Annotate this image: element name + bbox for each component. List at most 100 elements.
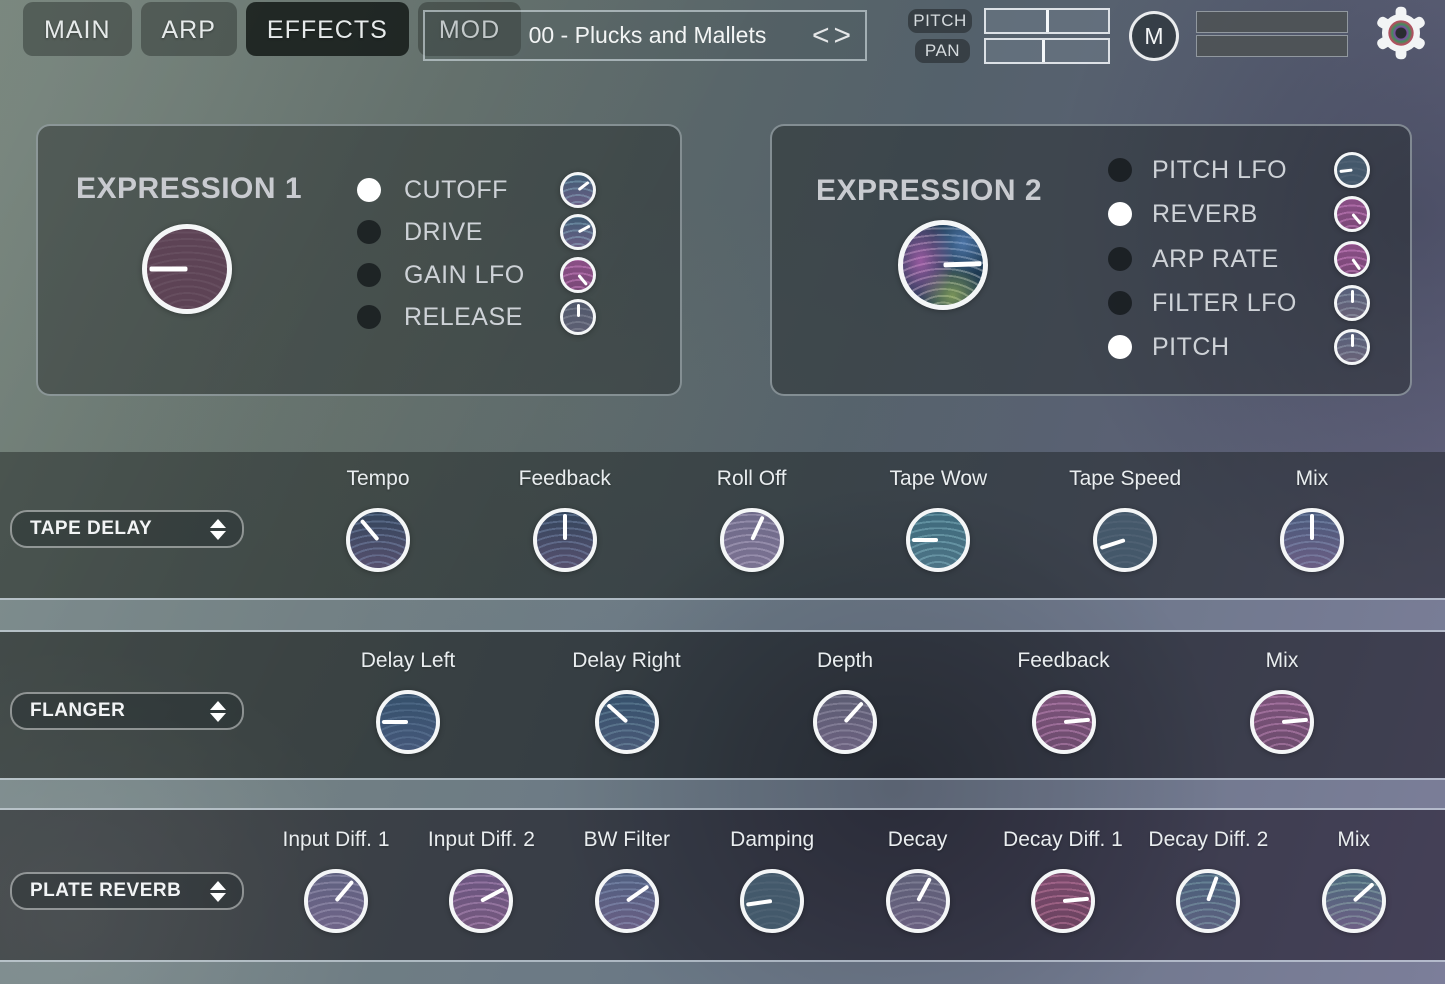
drive-mini-knob[interactable] <box>560 214 596 250</box>
pan-slider-handle[interactable] <box>1042 40 1045 62</box>
plate-reverb-bw-filter-knob[interactable] <box>595 869 659 933</box>
tab-main[interactable]: MAIN <box>23 2 132 56</box>
knob-label: Tempo <box>346 467 409 491</box>
preset-prev-icon[interactable]: < <box>812 14 830 58</box>
knob-label: Mix <box>1296 467 1329 491</box>
plate-reverb-damping-knob[interactable] <box>740 869 804 933</box>
plate-reverb-damping-cell: Damping <box>740 869 804 933</box>
plate-reverb-input-diff-2-knob[interactable] <box>449 869 513 933</box>
target-label-reverb: REVERB <box>1152 200 1258 229</box>
preset-selector[interactable]: 00 - Plucks and Mallets < > <box>423 10 867 61</box>
knob-label: Mix <box>1337 828 1370 852</box>
release-mini-knob[interactable] <box>560 299 596 335</box>
drive-mini-knob-pointer <box>577 225 590 234</box>
flanger-mix-knob[interactable] <box>1250 690 1314 754</box>
radio-gain-lfo[interactable] <box>357 263 381 287</box>
knob-label: Tape Wow <box>890 467 988 491</box>
plate-reverb-knob-strip: Input Diff. 1Input Diff. 2BW FilterDampi… <box>0 869 1386 933</box>
plate-reverb-decay-diff-1-knob-pointer <box>1063 897 1089 903</box>
plate-reverb-decay-knob[interactable] <box>886 869 950 933</box>
flanger-feedback-knob[interactable] <box>1032 690 1096 754</box>
flanger-depth-knob[interactable] <box>813 690 877 754</box>
radio-pitch[interactable] <box>1108 335 1132 359</box>
cutoff-mini-knob-pointer <box>577 181 589 191</box>
radio-cutoff[interactable] <box>357 178 381 202</box>
knob-label: Depth <box>817 649 873 673</box>
flanger-row: FLANGERDelay LeftDelay RightDepthFeedbac… <box>0 632 1445 778</box>
plate-reverb-input-diff-1-knob[interactable] <box>304 869 368 933</box>
flanger-mix-knob-pointer <box>1282 718 1308 724</box>
filter-lfo-mini-knob-pointer <box>1351 290 1354 303</box>
pitch-lfo-mini-knob[interactable] <box>1334 152 1370 188</box>
plate-reverb-mix-knob[interactable] <box>1322 869 1386 933</box>
tab-effects[interactable]: EFFECTS <box>246 2 409 56</box>
radio-drive[interactable] <box>357 220 381 244</box>
gain-lfo-mini-knob[interactable] <box>560 257 596 293</box>
cutoff-mini-knob[interactable] <box>560 172 596 208</box>
preset-nav: < > <box>812 14 865 58</box>
tape-delay-knob-strip: TempoFeedbackRoll OffTape WowTape SpeedM… <box>0 508 1344 572</box>
radio-release[interactable] <box>357 305 381 329</box>
midi-button[interactable]: M <box>1129 11 1179 61</box>
tape-delay-feedback-knob[interactable] <box>533 508 597 572</box>
tape-delay-mix-knob[interactable] <box>1280 508 1344 572</box>
plate-reverb-mix-cell: Mix <box>1322 869 1386 933</box>
radio-filter-lfo[interactable] <box>1108 291 1132 315</box>
target-label-gain-lfo: GAIN LFO <box>404 261 525 290</box>
pitch-mini-knob[interactable] <box>1334 329 1370 365</box>
expression-2-big-knob[interactable] <box>898 220 988 310</box>
arp-rate-mini-knob-pointer <box>1351 258 1361 270</box>
plate-reverb-row: PLATE REVERBInput Diff. 1Input Diff. 2BW… <box>0 810 1445 960</box>
target-label-arp-rate: ARP RATE <box>1152 245 1279 274</box>
plate-reverb-input-diff-1-cell: Input Diff. 1 <box>304 869 368 933</box>
flanger-feedback-knob-pointer <box>1063 718 1089 724</box>
knob-label: Mix <box>1266 649 1299 673</box>
target-label-release: RELEASE <box>404 303 523 332</box>
tape-delay-tape-speed-knob[interactable] <box>1093 508 1157 572</box>
flanger-delay-left-knob-pointer <box>382 720 408 724</box>
tape-delay-tape-wow-cell: Tape Wow <box>906 508 970 572</box>
expression-1-big-knob-pointer <box>149 267 187 272</box>
flanger-delay-left-knob[interactable] <box>376 690 440 754</box>
knob-label: Decay Diff. 2 <box>1148 828 1268 852</box>
flanger-feedback-cell: Feedback <box>1032 690 1096 754</box>
settings-gear-icon[interactable] <box>1372 4 1430 62</box>
pan-slider[interactable] <box>984 38 1110 64</box>
tape-delay-row: TAPE DELAYTempoFeedbackRoll OffTape WowT… <box>0 452 1445 598</box>
arp-rate-mini-knob[interactable] <box>1334 241 1370 277</box>
knob-label: Input Diff. 2 <box>428 828 535 852</box>
plate-reverb-decay-diff-1-knob[interactable] <box>1031 869 1095 933</box>
plate-reverb-input-diff-2-knob-pointer <box>480 887 505 903</box>
tape-delay-tempo-knob[interactable] <box>346 508 410 572</box>
preset-name: 00 - Plucks and Mallets <box>425 22 812 49</box>
flanger-delay-right-knob[interactable] <box>595 690 659 754</box>
filter-lfo-mini-knob[interactable] <box>1334 285 1370 321</box>
expression-1-title: EXPRESSION 1 <box>76 172 302 206</box>
pitch-lfo-mini-knob-pointer <box>1339 169 1352 174</box>
plate-reverb-decay-knob-pointer <box>916 877 932 902</box>
tape-delay-roll-off-knob[interactable] <box>720 508 784 572</box>
plate-reverb-decay-diff-1-cell: Decay Diff. 1 <box>1031 869 1095 933</box>
target-label-filter-lfo: FILTER LFO <box>1152 289 1297 318</box>
pitch-label: PITCH <box>908 9 972 33</box>
pitch-slider[interactable] <box>984 8 1110 34</box>
bottom-strip <box>0 960 1445 984</box>
plate-reverb-decay-diff-2-cell: Decay Diff. 2 <box>1176 869 1240 933</box>
pitch-slider-handle[interactable] <box>1046 10 1049 32</box>
tape-delay-roll-off-knob-pointer <box>750 516 765 541</box>
reverb-mini-knob[interactable] <box>1334 196 1370 232</box>
radio-pitch-lfo[interactable] <box>1108 158 1132 182</box>
preset-next-icon[interactable]: > <box>833 14 851 58</box>
radio-arp-rate[interactable] <box>1108 247 1132 271</box>
radio-reverb[interactable] <box>1108 202 1132 226</box>
plate-reverb-bw-filter-knob-pointer <box>626 884 650 902</box>
tape-delay-tape-wow-knob[interactable] <box>906 508 970 572</box>
expression-1-big-knob[interactable] <box>142 224 232 314</box>
tab-arp[interactable]: ARP <box>141 2 237 56</box>
plugin-window: MAINARPEFFECTSMOD 00 - Plucks and Mallet… <box>0 0 1445 984</box>
knob-label: Input Diff. 1 <box>282 828 389 852</box>
knob-label: Decay <box>888 828 948 852</box>
plate-reverb-decay-diff-2-knob-pointer <box>1206 876 1219 902</box>
plate-reverb-decay-diff-2-knob[interactable] <box>1176 869 1240 933</box>
flanger-delay-left-cell: Delay Left <box>376 690 440 754</box>
